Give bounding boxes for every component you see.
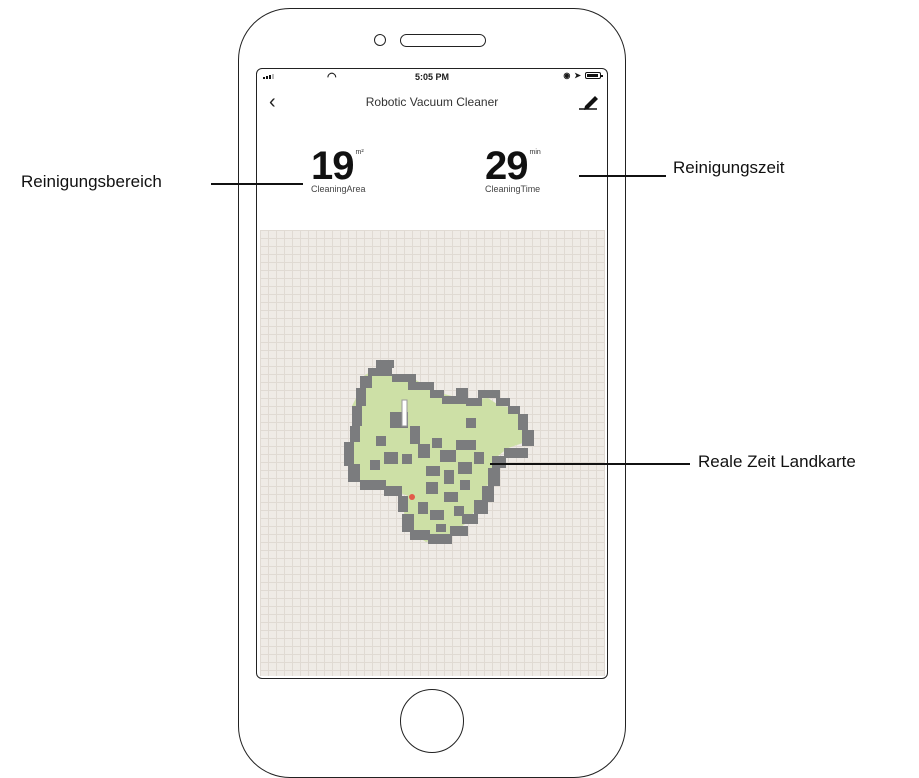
nav-bar: ‹ Robotic Vacuum Cleaner	[257, 89, 607, 119]
annotation-cleaning-area: Reinigungsbereich	[21, 172, 162, 191]
callout-line-time	[579, 175, 666, 177]
orientation-lock-icon: ◉	[563, 71, 571, 80]
annotation-realtime-map: Reale Zeit Landkarte	[698, 452, 856, 471]
status-bar: ◠ 5:05 PM ◉ ➤	[257, 69, 607, 87]
cleaning-area-stat: 19 m² CleaningArea	[311, 144, 366, 194]
earpiece-speaker	[400, 34, 486, 47]
annotation-cleaning-time: Reinigungszeit	[673, 158, 785, 177]
callout-line-area	[211, 183, 303, 185]
robot-position-icon	[409, 494, 415, 500]
status-time: 5:05 PM	[414, 72, 449, 82]
edit-pencil-icon[interactable]	[577, 93, 599, 113]
cleaning-time-stat: 29 min CleaningTime	[485, 144, 541, 194]
home-button[interactable]	[400, 689, 464, 753]
page-title: Robotic Vacuum Cleaner	[365, 95, 499, 109]
cleaning-area-unit: m²	[355, 149, 364, 156]
front-camera	[374, 34, 386, 46]
map-drawing	[344, 360, 534, 544]
cleaning-time-value: 29	[485, 144, 528, 188]
location-icon: ➤	[574, 71, 581, 80]
cleaning-time-label: CleaningTime	[485, 184, 541, 194]
realtime-map[interactable]	[260, 230, 605, 676]
cleaning-area-value: 19	[311, 144, 354, 188]
cleaning-time-unit: min	[529, 149, 541, 156]
phone-screen: ◠ 5:05 PM ◉ ➤ ‹ Robotic Vacuum Cleaner 1…	[256, 68, 608, 679]
charging-dock-icon	[401, 399, 408, 427]
callout-line-map	[490, 463, 690, 465]
battery-icon	[585, 72, 603, 79]
cleaning-area-label: CleaningArea	[311, 184, 366, 194]
